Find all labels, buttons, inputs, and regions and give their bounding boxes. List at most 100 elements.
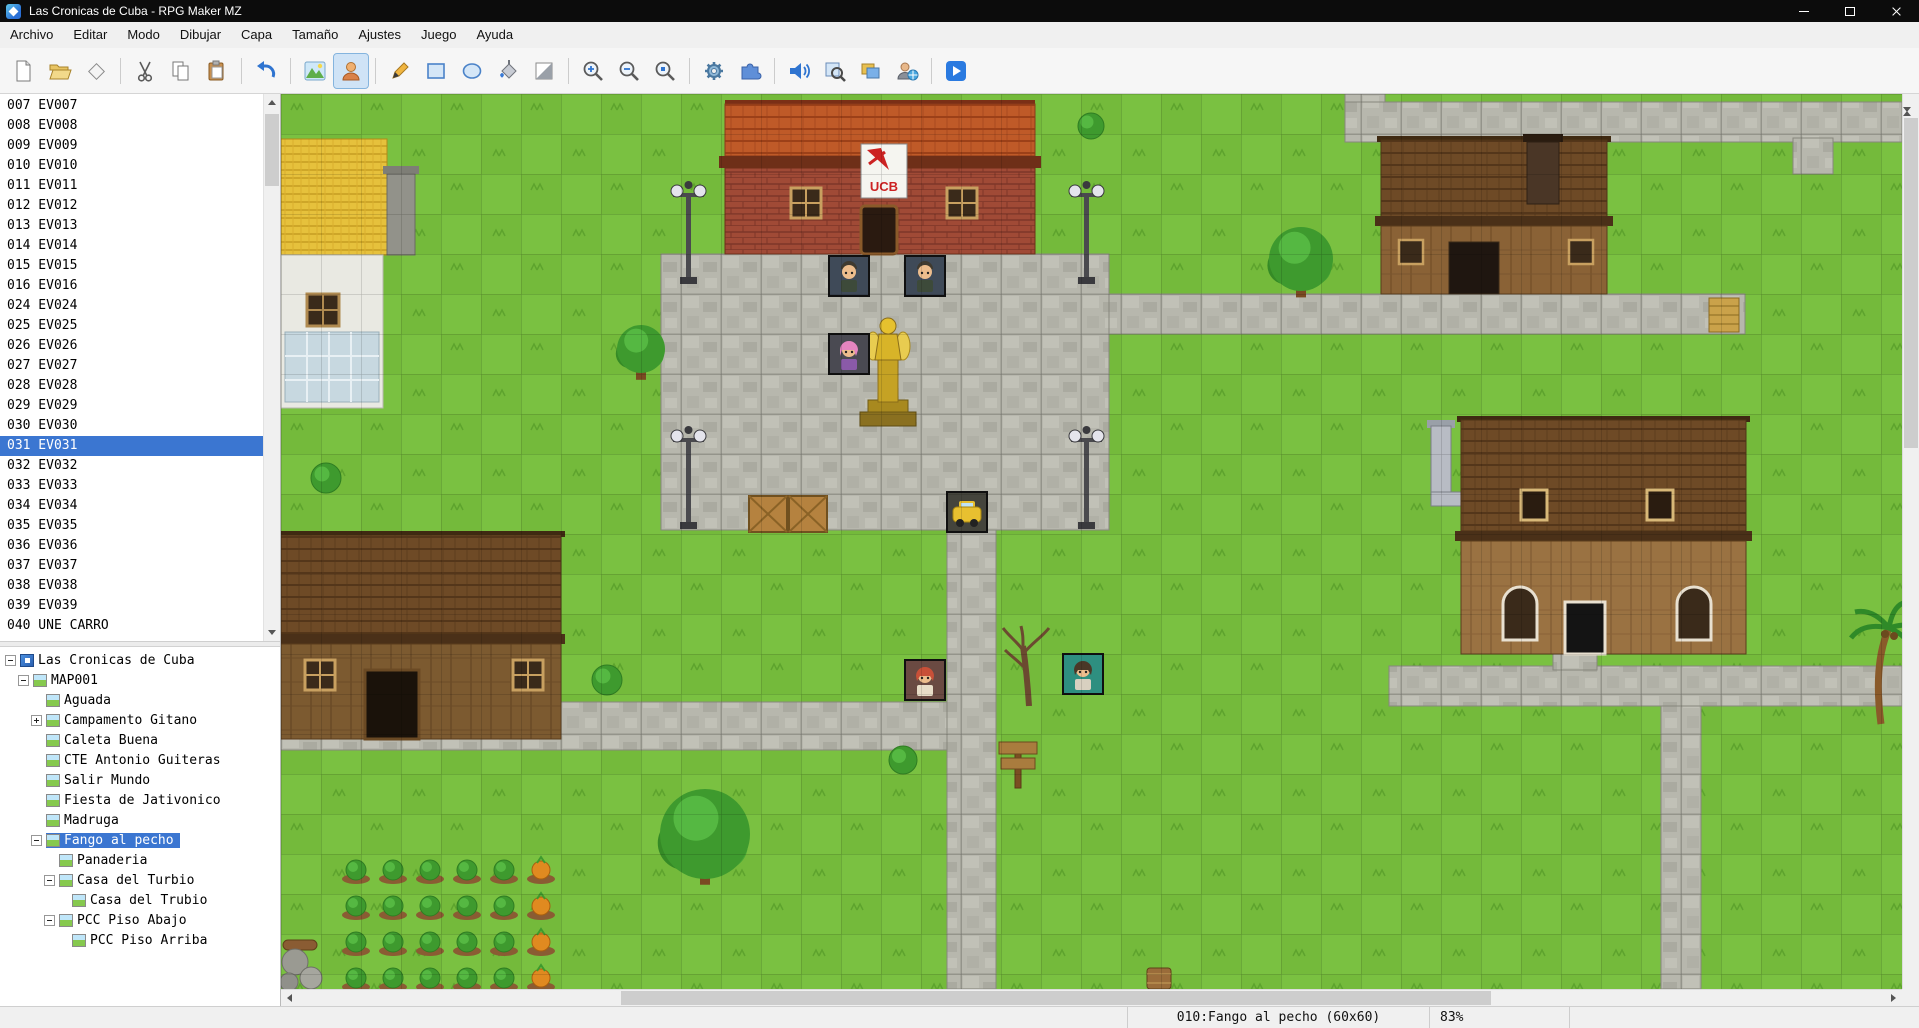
canvas-vertical-thumb[interactable] (1904, 118, 1918, 448)
event-list-item[interactable]: 009 EV009 (0, 136, 263, 156)
zoom-out-button[interactable] (612, 54, 646, 88)
database-button[interactable] (697, 54, 731, 88)
event-list-item[interactable]: 010 EV010 (0, 156, 263, 176)
collapse-icon[interactable] (44, 874, 55, 886)
tree-item-pcc-piso-arriba[interactable]: PCC Piso Arriba (0, 930, 280, 950)
pen-tool-button[interactable] (383, 54, 417, 88)
scroll-left-icon[interactable] (281, 990, 298, 1006)
play-test-button[interactable] (939, 54, 973, 88)
event-list-scrollbar[interactable] (263, 94, 280, 641)
tree-item-panaderia[interactable]: Panaderia (0, 850, 280, 870)
zoom-in-button[interactable] (576, 54, 610, 88)
tree-item-cte-antonio-guiteras[interactable]: CTE Antonio Guiteras (0, 750, 280, 770)
tree-item-salir-mundo[interactable]: Salir Mundo (0, 770, 280, 790)
menu-item-juego[interactable]: Juego (411, 22, 466, 48)
event-list-item[interactable]: 029 EV029 (0, 396, 263, 416)
close-button[interactable] (1873, 0, 1919, 22)
save-project-button[interactable] (79, 54, 113, 88)
event-list-item[interactable]: 032 EV032 (0, 456, 263, 476)
zoom-actual-button[interactable] (648, 54, 682, 88)
map-mode-button[interactable] (298, 54, 332, 88)
sound-test-button[interactable] (782, 54, 816, 88)
character-generator-button[interactable] (890, 54, 924, 88)
event-list-item[interactable]: 039 EV039 (0, 596, 263, 616)
map-icon (46, 753, 60, 767)
tree-item-casa-del-trubio[interactable]: Casa del Trubio (0, 890, 280, 910)
maximize-button[interactable] (1827, 0, 1873, 22)
menu-item-editar[interactable]: Editar (63, 22, 117, 48)
new-project-button[interactable] (7, 54, 41, 88)
tree-item-aguada[interactable]: Aguada (0, 690, 280, 710)
event-list-item[interactable]: 011 EV011 (0, 176, 263, 196)
event-list-item[interactable]: 016 EV016 (0, 276, 263, 296)
tree-item-las-cronicas-de-cuba[interactable]: Las Cronicas de Cuba (0, 650, 280, 670)
copy-button[interactable] (164, 54, 198, 88)
tree-item-fango-al-pecho[interactable]: Fango al pecho (0, 830, 280, 850)
event-list-item[interactable]: 040 UNE CARRO (0, 616, 263, 636)
event-mode-button[interactable] (333, 52, 369, 89)
map-icon (59, 913, 73, 927)
event-list-item[interactable]: 038 EV038 (0, 576, 263, 596)
menu-item-modo[interactable]: Modo (117, 22, 170, 48)
event-searcher-button[interactable] (818, 54, 852, 88)
plugin-manager-button[interactable] (733, 54, 767, 88)
event-list-item[interactable]: 014 EV014 (0, 236, 263, 256)
tree-item-fiesta-de-jativonico[interactable]: Fiesta de Jativonico (0, 790, 280, 810)
tree-item-map001[interactable]: MAP001 (0, 670, 280, 690)
tree-item-pcc-piso-abajo[interactable]: PCC Piso Abajo (0, 910, 280, 930)
flood-fill-tool-button[interactable] (491, 54, 525, 88)
scroll-down-icon[interactable] (264, 624, 280, 641)
menu-item-dibujar[interactable]: Dibujar (170, 22, 231, 48)
event-list-item[interactable]: 035 EV035 (0, 516, 263, 536)
event-list-item[interactable]: 037 EV037 (0, 556, 263, 576)
ellipse-tool-button[interactable] (455, 54, 489, 88)
menu-item-capa[interactable]: Capa (231, 22, 282, 48)
menu-item-ayuda[interactable]: Ayuda (466, 22, 523, 48)
collapse-icon[interactable] (18, 674, 29, 686)
event-list-item[interactable]: 024 EV024 (0, 296, 263, 316)
tree-item-campamento-gitano[interactable]: Campamento Gitano (0, 710, 280, 730)
event-list-item[interactable]: 033 EV033 (0, 476, 263, 496)
cut-button[interactable] (128, 54, 162, 88)
event-list-item[interactable]: 034 EV034 (0, 496, 263, 516)
event-list-item[interactable]: 012 EV012 (0, 196, 263, 216)
collapse-icon[interactable] (44, 914, 55, 926)
event-list-scroll-thumb[interactable] (265, 114, 279, 186)
event-list-item[interactable]: 013 EV013 (0, 216, 263, 236)
map-canvas[interactable]: UCB (281, 94, 1902, 989)
event-list-item[interactable]: 008 EV008 (0, 116, 263, 136)
shadow-pen-tool-icon (535, 62, 553, 79)
rectangle-tool-button[interactable] (419, 54, 453, 88)
tree-item-madruga[interactable]: Madruga (0, 810, 280, 830)
event-list-item[interactable]: 015 EV015 (0, 256, 263, 276)
collapse-icon[interactable] (31, 834, 42, 846)
minimize-button[interactable] (1781, 0, 1827, 22)
event-list-item[interactable]: 030 EV030 (0, 416, 263, 436)
undo-button[interactable] (249, 54, 283, 88)
menu-item-tama-o[interactable]: Tamaño (282, 22, 348, 48)
map-icon (46, 773, 60, 787)
shadow-pen-tool-button[interactable] (527, 54, 561, 88)
scroll-up-icon[interactable] (264, 94, 280, 111)
menu-item-ajustes[interactable]: Ajustes (348, 22, 411, 48)
expand-icon[interactable] (31, 714, 42, 726)
event-list-item[interactable]: 031 EV031 (0, 436, 263, 456)
canvas-horizontal-scrollbar[interactable] (281, 989, 1902, 1006)
menu-item-archivo[interactable]: Archivo (0, 22, 63, 48)
event-list-item[interactable]: 027 EV027 (0, 356, 263, 376)
map-icon (46, 733, 60, 747)
tree-item-caleta-buena[interactable]: Caleta Buena (0, 730, 280, 750)
event-list-item[interactable]: 036 EV036 (0, 536, 263, 556)
event-list-item[interactable]: 007 EV007 (0, 96, 263, 116)
event-list-item[interactable]: 028 EV028 (0, 376, 263, 396)
canvas-horizontal-thumb[interactable] (621, 991, 1491, 1005)
canvas-vertical-scrollbar[interactable] (1902, 94, 1919, 989)
tree-item-casa-del-turbio[interactable]: Casa del Turbio (0, 870, 280, 890)
event-list-item[interactable]: 025 EV025 (0, 316, 263, 336)
collapse-icon[interactable] (5, 654, 16, 666)
paste-button[interactable] (200, 54, 234, 88)
resource-manager-button[interactable] (854, 54, 888, 88)
scroll-right-icon[interactable] (1885, 990, 1902, 1006)
event-list-item[interactable]: 026 EV026 (0, 336, 263, 356)
open-project-button[interactable] (43, 54, 77, 88)
